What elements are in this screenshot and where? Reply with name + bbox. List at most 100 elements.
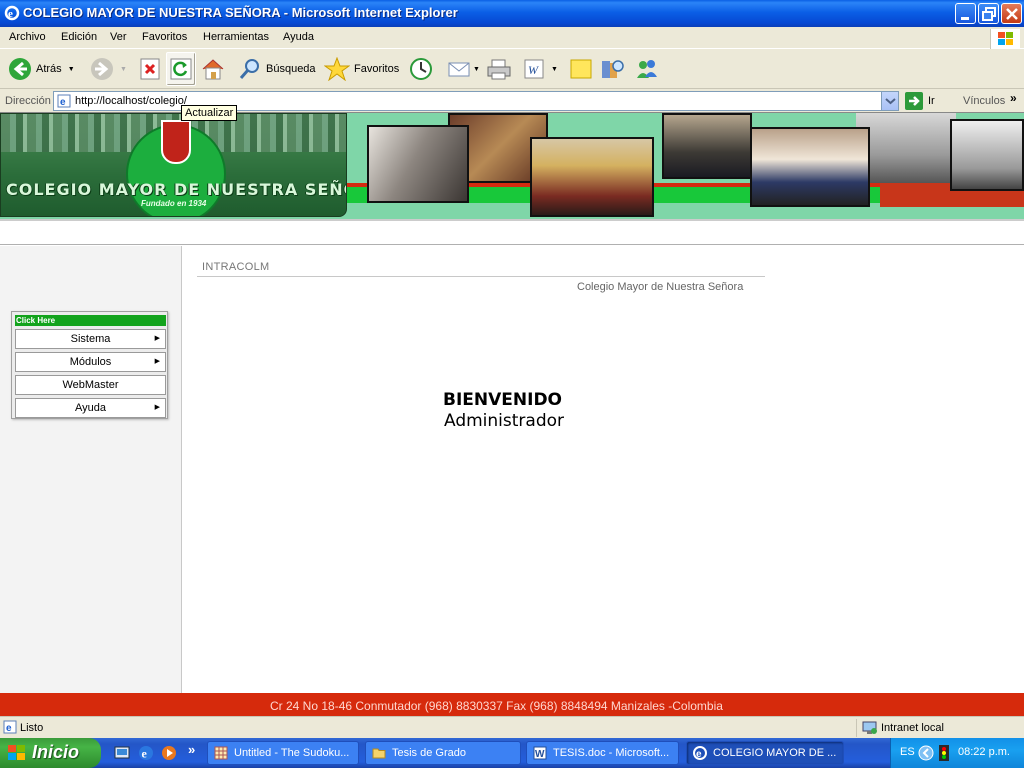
printer-icon <box>487 59 511 80</box>
media-player-icon[interactable] <box>161 745 177 761</box>
school-name: COLEGIO MAYOR DE NUESTRA SEÑORA <box>6 180 346 199</box>
chevron-down-icon <box>885 98 896 105</box>
start-button[interactable]: Inicio <box>0 738 101 768</box>
search-icon <box>239 59 259 79</box>
main-content: INTRACOLM Colegio Mayor de Nuestra Señor… <box>183 246 1024 693</box>
speaker-tray-icon[interactable] <box>936 744 952 762</box>
address-bar: Dirección e http://localhost/colegio/ Ir… <box>0 90 1024 112</box>
mail-icon <box>448 62 470 77</box>
menu-item-sistema[interactable]: Sistema ▶ <box>15 329 166 349</box>
links-more-button[interactable]: » <box>1010 91 1017 105</box>
menu-item-webmaster[interactable]: WebMaster <box>15 375 166 395</box>
internet-explorer-icon: e <box>4 5 20 21</box>
star-icon <box>324 57 350 81</box>
word-icon: W <box>533 746 547 760</box>
taskbar: Inicio e » Untitled - The Sudoku... Tesi… <box>0 738 1024 768</box>
mail-button[interactable]: ▼ <box>447 56 480 82</box>
user-name: Administrador <box>444 411 565 431</box>
menu-edicion[interactable]: Edición <box>61 31 97 43</box>
close-button[interactable] <box>1001 3 1022 24</box>
menu-archivo[interactable]: Archivo <box>9 31 46 43</box>
language-indicator[interactable]: ES <box>900 746 915 758</box>
dropdown-arrow-icon[interactable]: ▼ <box>120 66 127 73</box>
menu-favoritos[interactable]: Favoritos <box>142 31 187 43</box>
print-button[interactable] <box>486 56 512 82</box>
svg-text:e: e <box>8 8 13 20</box>
title-bar[interactable]: e COLEGIO MAYOR DE NUESTRA SEÑORA - Micr… <box>0 0 1024 27</box>
section-divider <box>197 276 765 277</box>
svg-text:e: e <box>142 747 148 761</box>
refresh-button[interactable] <box>166 52 196 86</box>
banner-photo-lab <box>856 113 956 183</box>
favorites-button[interactable]: Favoritos <box>324 56 399 82</box>
sudoku-icon <box>214 746 228 760</box>
tray-expand-icon[interactable] <box>918 745 934 761</box>
dropdown-arrow-icon[interactable]: ▼ <box>473 66 480 73</box>
page-done-icon: e <box>3 720 17 734</box>
menu-item-modulos[interactable]: Módulos ▶ <box>15 352 166 372</box>
dropdown-arrow-icon[interactable]: ▼ <box>551 66 558 73</box>
banner-photo-classroom <box>662 113 752 179</box>
taskbar-button-tesis-folder[interactable]: Tesis de Grado <box>365 741 521 765</box>
messenger-button[interactable] <box>634 56 660 82</box>
url-text[interactable]: http://localhost/colegio/ <box>75 95 187 107</box>
footer-address: Cr 24 No 18-46 Conmutador (968) 8830337 … <box>270 699 723 713</box>
dropdown-arrow-icon[interactable]: ▼ <box>68 66 75 73</box>
stop-icon <box>140 58 160 80</box>
research-button[interactable] <box>600 56 626 82</box>
back-arrow-icon <box>9 58 31 80</box>
menu-bar: Archivo Edición Ver Favoritos Herramient… <box>0 27 1024 49</box>
left-sidebar: Click Here Sistema ▶ Módulos ▶ WebMaster… <box>0 246 182 693</box>
menu-herramientas[interactable]: Herramientas <box>203 31 269 43</box>
forward-arrow-icon <box>91 58 113 80</box>
address-label: Dirección <box>5 95 51 107</box>
windows-flag-icon <box>8 745 25 760</box>
taskbar-button-tesis-doc[interactable]: W TESIS.doc - Microsoft... <box>526 741 679 765</box>
submenu-arrow-icon: ▶ <box>154 404 160 411</box>
quick-launch-more[interactable]: » <box>188 742 195 757</box>
banner-photo-ceremony <box>530 137 654 217</box>
history-icon <box>410 58 432 80</box>
minimize-button[interactable] <box>955 3 976 24</box>
discuss-button[interactable] <box>569 56 593 82</box>
home-button[interactable] <box>200 56 226 82</box>
submenu-arrow-icon: ▶ <box>154 358 160 365</box>
links-label[interactable]: Vínculos <box>963 95 1005 107</box>
intranet-icon <box>862 721 877 734</box>
taskbar-button-sudoku[interactable]: Untitled - The Sudoku... <box>207 741 359 765</box>
taskbar-button-colegio[interactable]: e COLEGIO MAYOR DE ... <box>686 741 844 765</box>
founded-text: Fundado en 1934 <box>141 199 207 208</box>
restore-button[interactable] <box>978 3 999 24</box>
research-icon <box>602 60 624 78</box>
back-button[interactable]: Atrás ▼ <box>8 56 75 82</box>
system-tray: ES 08:22 p.m. <box>890 738 1024 768</box>
screen: e COLEGIO MAYOR DE NUESTRA SEÑORA - Micr… <box>0 0 1024 768</box>
menu-item-ayuda[interactable]: Ayuda ▶ <box>15 398 166 418</box>
clock: 08:22 p.m. <box>958 746 1010 758</box>
note-icon <box>570 59 592 79</box>
status-text: Listo <box>20 722 44 734</box>
address-field[interactable]: e http://localhost/colegio/ <box>53 91 899 111</box>
go-arrow-icon <box>905 92 923 110</box>
svg-text:e: e <box>6 723 12 734</box>
forward-button[interactable]: ▼ <box>90 56 127 82</box>
windows-logo <box>990 29 1020 49</box>
edit-button[interactable]: W ▼ <box>523 56 558 82</box>
svg-text:e: e <box>696 749 702 760</box>
main-menu: Click Here Sistema ▶ Módulos ▶ WebMaster… <box>11 311 168 419</box>
history-button[interactable] <box>408 56 434 82</box>
show-desktop-icon[interactable] <box>114 745 130 761</box>
site-banner: COLEGIO MAYOR DE NUESTRA SEÑORA Fundado … <box>0 113 1024 219</box>
internet-explorer-icon[interactable]: e <box>138 745 154 761</box>
nav-band <box>0 221 1024 245</box>
section-subtitle: Colegio Mayor de Nuestra Señora <box>577 281 744 293</box>
stop-button[interactable] <box>139 56 161 82</box>
banner-photo-computer-room <box>950 119 1024 191</box>
address-dropdown-button[interactable] <box>881 92 898 110</box>
web-page: COLEGIO MAYOR DE NUESTRA SEÑORA Fundado … <box>0 112 1024 717</box>
menu-ver[interactable]: Ver <box>110 31 127 43</box>
search-button[interactable]: Búsqueda <box>238 56 316 82</box>
go-button[interactable]: Ir <box>905 92 935 110</box>
svg-text:W: W <box>535 749 545 760</box>
menu-ayuda[interactable]: Ayuda <box>283 31 314 43</box>
